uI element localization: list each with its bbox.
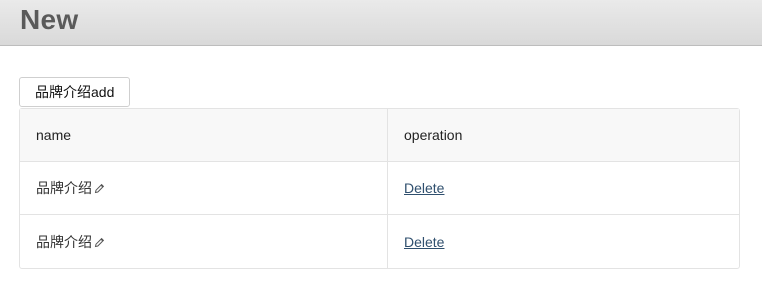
name-cell: 品牌介绍 xyxy=(20,215,388,268)
column-header-operation: operation xyxy=(388,109,739,162)
table-row: 品牌介绍 Delete xyxy=(20,162,739,215)
items-table: name operation 品牌介绍 Delete 品牌介绍 Delete xyxy=(19,108,740,269)
table-header-row: name operation xyxy=(20,109,739,162)
row-name: 品牌介绍 xyxy=(36,233,92,250)
add-button[interactable]: 品牌介绍add xyxy=(19,77,131,107)
operation-cell: Delete xyxy=(388,215,739,268)
delete-link[interactable]: Delete xyxy=(404,180,444,196)
delete-link[interactable]: Delete xyxy=(404,234,444,250)
table-row: 品牌介绍 Delete xyxy=(20,215,739,268)
pencil-icon[interactable] xyxy=(94,235,105,251)
row-name: 品牌介绍 xyxy=(36,180,92,196)
operation-cell: Delete xyxy=(388,162,739,215)
pencil-icon[interactable] xyxy=(94,181,105,197)
name-cell: 品牌介绍 xyxy=(20,162,388,215)
page-title: New xyxy=(20,4,79,35)
column-header-name: name xyxy=(20,109,388,162)
page-header: New xyxy=(0,0,762,46)
